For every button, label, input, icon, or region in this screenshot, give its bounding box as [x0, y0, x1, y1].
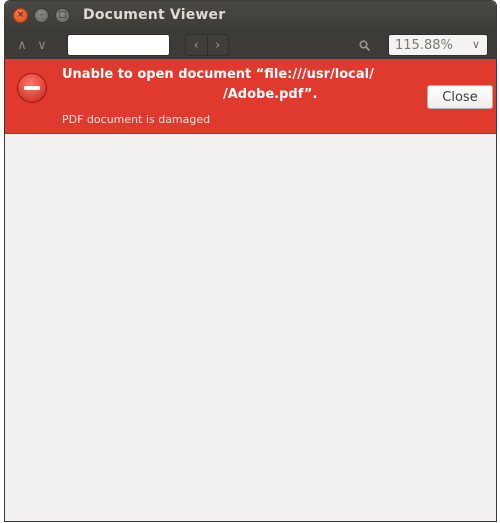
window-minimize-button[interactable]: –: [34, 8, 49, 23]
maximize-icon: □: [58, 10, 67, 20]
next-result-button[interactable]: ∨: [33, 35, 51, 55]
window-maximize-button[interactable]: □: [55, 8, 70, 23]
search-toggle-button[interactable]: [354, 35, 374, 55]
error-icon: [17, 73, 47, 103]
toolbar: ∧ ∨ ‹ › 115.88% ∨: [5, 31, 496, 59]
window-title: Document Viewer: [83, 7, 226, 23]
error-title-line-2: /Adobe.pdf”.: [223, 87, 318, 102]
close-icon: ×: [16, 10, 25, 20]
search-input[interactable]: [67, 34, 170, 56]
document-viewer-window: × – □ Document Viewer ∧ ∨ ‹ › 115.88% ∨ …: [4, 0, 497, 522]
previous-page-button[interactable]: ‹: [186, 35, 208, 55]
next-page-button[interactable]: ›: [208, 35, 229, 55]
error-title-line-1: Unable to open document “file:///usr/loc…: [62, 67, 374, 82]
title-bar[interactable]: × – □ Document Viewer: [5, 1, 496, 31]
error-detail: PDF document is damaged: [62, 113, 211, 126]
search-icon: [358, 39, 370, 51]
minimize-icon: –: [39, 10, 44, 20]
chevron-up-icon: ∧: [17, 37, 27, 53]
chevron-down-icon: ∨: [37, 37, 47, 53]
chevron-down-icon: ∨: [471, 38, 480, 51]
zoom-value: 115.88%: [395, 37, 453, 53]
document-view-area[interactable]: [5, 134, 496, 521]
previous-result-button[interactable]: ∧: [13, 35, 31, 55]
error-infobar: Unable to open document “file:///usr/loc…: [5, 59, 496, 134]
page-navigation: ‹ ›: [185, 34, 229, 56]
zoom-select[interactable]: 115.88% ∨: [388, 34, 488, 56]
close-button[interactable]: Close: [427, 85, 493, 109]
window-close-button[interactable]: ×: [13, 8, 28, 23]
